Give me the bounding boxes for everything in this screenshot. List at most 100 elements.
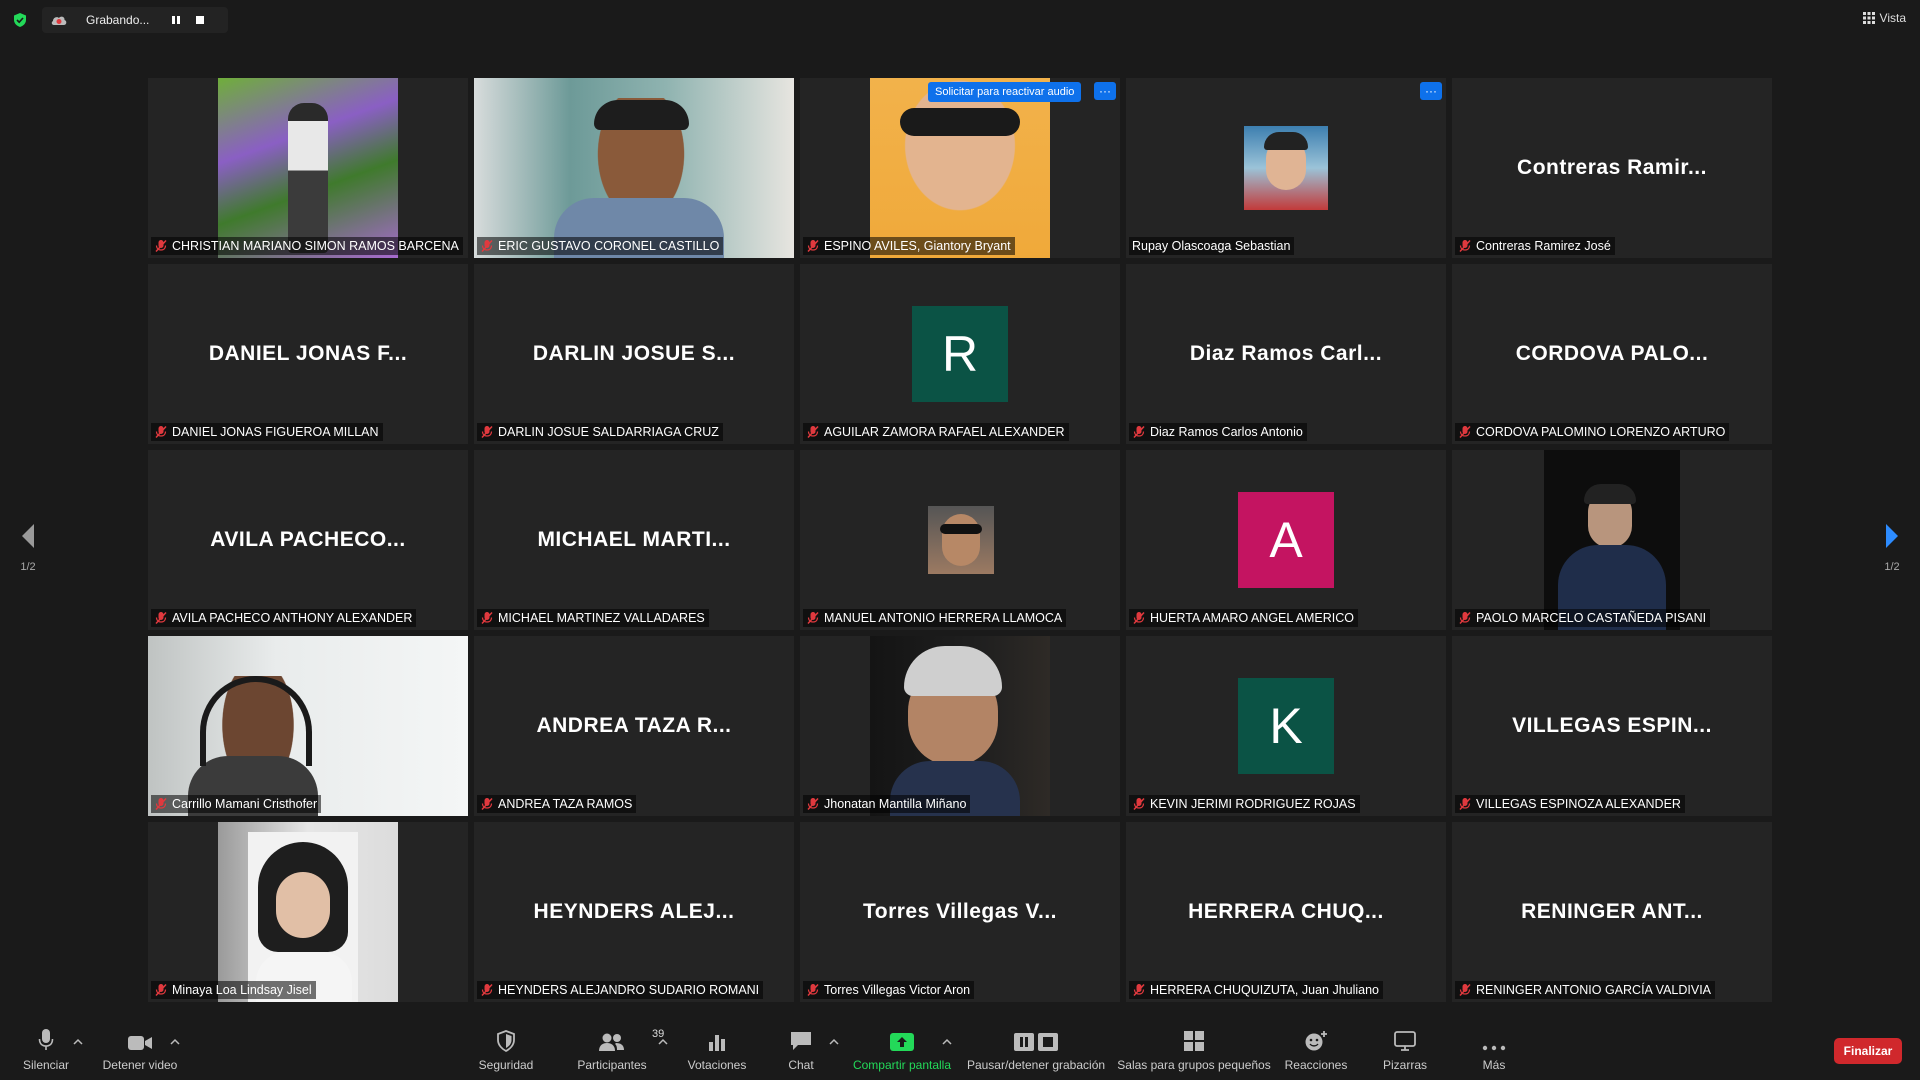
participant-name-label: ESPINO AVILES, Giantory Bryant xyxy=(803,237,1015,255)
security-button[interactable]: Seguridad xyxy=(476,1024,536,1080)
view-label: Vista xyxy=(1879,11,1906,25)
participant-tile[interactable]: K KEVIN JERIMI RODRIGUEZ ROJAS xyxy=(1126,636,1446,816)
pause-stop-recording-button[interactable]: Pausar/detener grabación xyxy=(966,1024,1106,1080)
participant-tile[interactable]: DARLIN JOSUE S... DARLIN JOSUE SALDARRIAG… xyxy=(474,264,794,444)
participant-name: HERRERA CHUQUIZUTA, Juan Jhuliano xyxy=(1150,983,1380,997)
tile-options-button[interactable]: ··· xyxy=(1094,82,1116,100)
participant-name-label: ERIC GUSTAVO CORONEL CASTILLO xyxy=(477,237,724,255)
participant-name: Carrillo Mamani Cristhofer xyxy=(172,797,318,811)
participant-tile[interactable]: CHRISTIAN MARIANO SIMON RAMOS BARCENA xyxy=(148,78,468,258)
participant-tile[interactable]: MANUEL ANTONIO HERRERA LLAMOCA xyxy=(800,450,1120,630)
recording-label: Grabando... xyxy=(86,13,150,27)
participant-avatar: K xyxy=(1238,678,1334,774)
whiteboards-button[interactable]: Pizarras xyxy=(1378,1024,1432,1080)
muted-mic-icon xyxy=(481,797,493,811)
participant-name-label: KEVIN JERIMI RODRIGUEZ ROJAS xyxy=(1129,795,1360,813)
participant-name: VILLEGAS ESPINOZA ALEXANDER xyxy=(1476,797,1681,811)
participant-tile[interactable]: Solicitar para reactivar audio ··· ESPINO … xyxy=(800,78,1120,258)
muted-mic-icon xyxy=(1133,611,1145,625)
breakout-rooms-button[interactable]: Salas para grupos pequeños xyxy=(1116,1024,1272,1080)
mute-label: Silenciar xyxy=(22,1058,70,1072)
participant-name-label: Jhonatan Mantilla Miñano xyxy=(803,795,971,813)
participant-display-name: DANIEL JONAS F... xyxy=(208,342,408,365)
security-shield-icon[interactable] xyxy=(12,12,28,28)
participant-tile[interactable]: RENINGER ANT... RENINGER ANTONIO GARCÍA V… xyxy=(1452,822,1772,1002)
share-screen-button[interactable]: Compartir pantalla xyxy=(850,1024,954,1080)
reactions-button[interactable]: Reacciones xyxy=(1280,1024,1352,1080)
participant-name-label: RENINGER ANTONIO GARCÍA VALDIVIA xyxy=(1455,981,1716,999)
muted-mic-icon xyxy=(807,797,819,811)
participant-tile[interactable]: Carrillo Mamani Cristhofer xyxy=(148,636,468,816)
security-label: Seguridad xyxy=(478,1058,534,1072)
participant-tile[interactable]: Jhonatan Mantilla Miñano xyxy=(800,636,1120,816)
smiley-add-icon xyxy=(1305,1031,1327,1051)
mute-button[interactable]: Silenciar xyxy=(18,1024,74,1080)
meeting-toolbar: Silenciar Detener video Seguridad 39 Par… xyxy=(0,1024,1920,1080)
request-unmute-button[interactable]: Solicitar para reactivar audio xyxy=(928,82,1082,102)
participant-name: KEVIN JERIMI RODRIGUEZ ROJAS xyxy=(1150,797,1356,811)
participant-tile[interactable]: HEYNDERS ALEJ... HEYNDERS ALEJANDRO SUDAR… xyxy=(474,822,794,1002)
participant-tile[interactable]: VILLEGAS ESPIN... VILLEGAS ESPINOZA ALEXA… xyxy=(1452,636,1772,816)
breakout-rooms-label: Salas para grupos pequeños xyxy=(1117,1058,1271,1072)
participant-tile[interactable]: Minaya Loa Lindsay Jisel xyxy=(148,822,468,1002)
chat-options-caret-icon[interactable] xyxy=(829,1038,839,1046)
next-page-button[interactable]: 1/2 xyxy=(1872,522,1912,573)
participant-name: MICHAEL MARTINEZ VALLADARES xyxy=(498,611,705,625)
participant-tile[interactable]: A HUERTA AMARO ANGEL AMERICO xyxy=(1126,450,1446,630)
participant-name: Diaz Ramos Carlos Antonio xyxy=(1150,425,1303,439)
grid-view-icon xyxy=(1862,12,1875,24)
participant-tile[interactable]: ERIC GUSTAVO CORONEL CASTILLO xyxy=(474,78,794,258)
polls-button[interactable]: Votaciones xyxy=(682,1024,752,1080)
whiteboards-label: Pizarras xyxy=(1382,1058,1427,1072)
participant-tile[interactable]: CORDOVA PALO... CORDOVA PALOMINO LORENZO … xyxy=(1452,264,1772,444)
muted-mic-icon xyxy=(1133,983,1145,997)
participants-button[interactable]: 39 Participantes xyxy=(572,1024,664,1080)
participant-display-name: AVILA PACHECO... xyxy=(210,528,406,551)
share-options-caret-icon[interactable] xyxy=(942,1038,952,1046)
more-dots-icon xyxy=(1482,1045,1506,1051)
video-options-caret-icon[interactable] xyxy=(170,1038,180,1046)
participant-tile[interactable]: R AGUILAR ZAMORA RAFAEL ALEXANDER xyxy=(800,264,1120,444)
more-button[interactable]: Más xyxy=(1474,1024,1514,1080)
participant-display-name: Contreras Ramir... xyxy=(1517,156,1707,179)
muted-mic-icon xyxy=(155,239,167,253)
participant-tile[interactable]: AVILA PACHECO... AVILA PACHECO ANTHONY AL… xyxy=(148,450,468,630)
participant-name: ERIC GUSTAVO CORONEL CASTILLO xyxy=(498,239,720,253)
chat-button[interactable]: Chat xyxy=(780,1024,822,1080)
video-camera-icon xyxy=(128,1036,152,1050)
arrow-left-icon xyxy=(22,524,34,548)
participant-name-label: Torres Villegas Victor Aron xyxy=(803,981,975,999)
gallery-grid: CHRISTIAN MARIANO SIMON RAMOS BARCENA ERI… xyxy=(148,78,1772,1002)
muted-mic-icon xyxy=(481,983,493,997)
participant-photo xyxy=(1244,126,1328,210)
participant-display-name: VILLEGAS ESPIN... xyxy=(1512,714,1712,737)
participant-tile[interactable]: HERRERA CHUQ... HERRERA CHUQUIZUTA, Juan … xyxy=(1126,822,1446,1002)
muted-mic-icon xyxy=(807,425,819,439)
muted-mic-icon xyxy=(155,611,167,625)
participant-video xyxy=(218,78,398,258)
stop-video-button[interactable]: Detener video xyxy=(100,1024,180,1080)
participant-tile[interactable]: ··· Rupay Olascoaga Sebastian xyxy=(1126,78,1446,258)
participant-tile[interactable]: ANDREA TAZA R... ANDREA TAZA RAMOS xyxy=(474,636,794,816)
participant-name-label: AVILA PACHECO ANTHONY ALEXANDER xyxy=(151,609,417,627)
muted-mic-icon xyxy=(1133,425,1145,439)
stop-recording-button[interactable] xyxy=(188,10,212,30)
participant-tile[interactable]: PAOLO MARCELO CASTAÑEDA PISANI xyxy=(1452,450,1772,630)
participant-name-label: VILLEGAS ESPINOZA ALEXANDER xyxy=(1455,795,1685,813)
view-button[interactable]: Vista xyxy=(1862,11,1906,25)
audio-options-caret-icon[interactable] xyxy=(73,1038,83,1046)
muted-mic-icon xyxy=(1133,797,1145,811)
participant-tile[interactable]: MICHAEL MARTI... MICHAEL MARTINEZ VALLADA… xyxy=(474,450,794,630)
end-meeting-button[interactable]: Finalizar xyxy=(1834,1038,1902,1064)
participant-tile[interactable]: DANIEL JONAS F... DANIEL JONAS FIGUEROA M… xyxy=(148,264,468,444)
tile-options-button[interactable]: ··· xyxy=(1420,82,1442,100)
pause-recording-button[interactable] xyxy=(164,10,188,30)
participant-tile[interactable]: Diaz Ramos Carl... Diaz Ramos Carlos Anto… xyxy=(1126,264,1446,444)
participant-tile[interactable]: Contreras Ramir... Contreras Ramirez José xyxy=(1452,78,1772,258)
participants-options-caret-icon[interactable] xyxy=(658,1038,668,1046)
participant-tile[interactable]: Torres Villegas V... Torres Villegas Vict… xyxy=(800,822,1120,1002)
breakout-rooms-icon xyxy=(1184,1031,1204,1051)
prev-page-button[interactable]: 1/2 xyxy=(8,522,48,573)
recording-control-label: Pausar/detener grabación xyxy=(966,1058,1106,1072)
participants-icon xyxy=(599,1033,624,1051)
